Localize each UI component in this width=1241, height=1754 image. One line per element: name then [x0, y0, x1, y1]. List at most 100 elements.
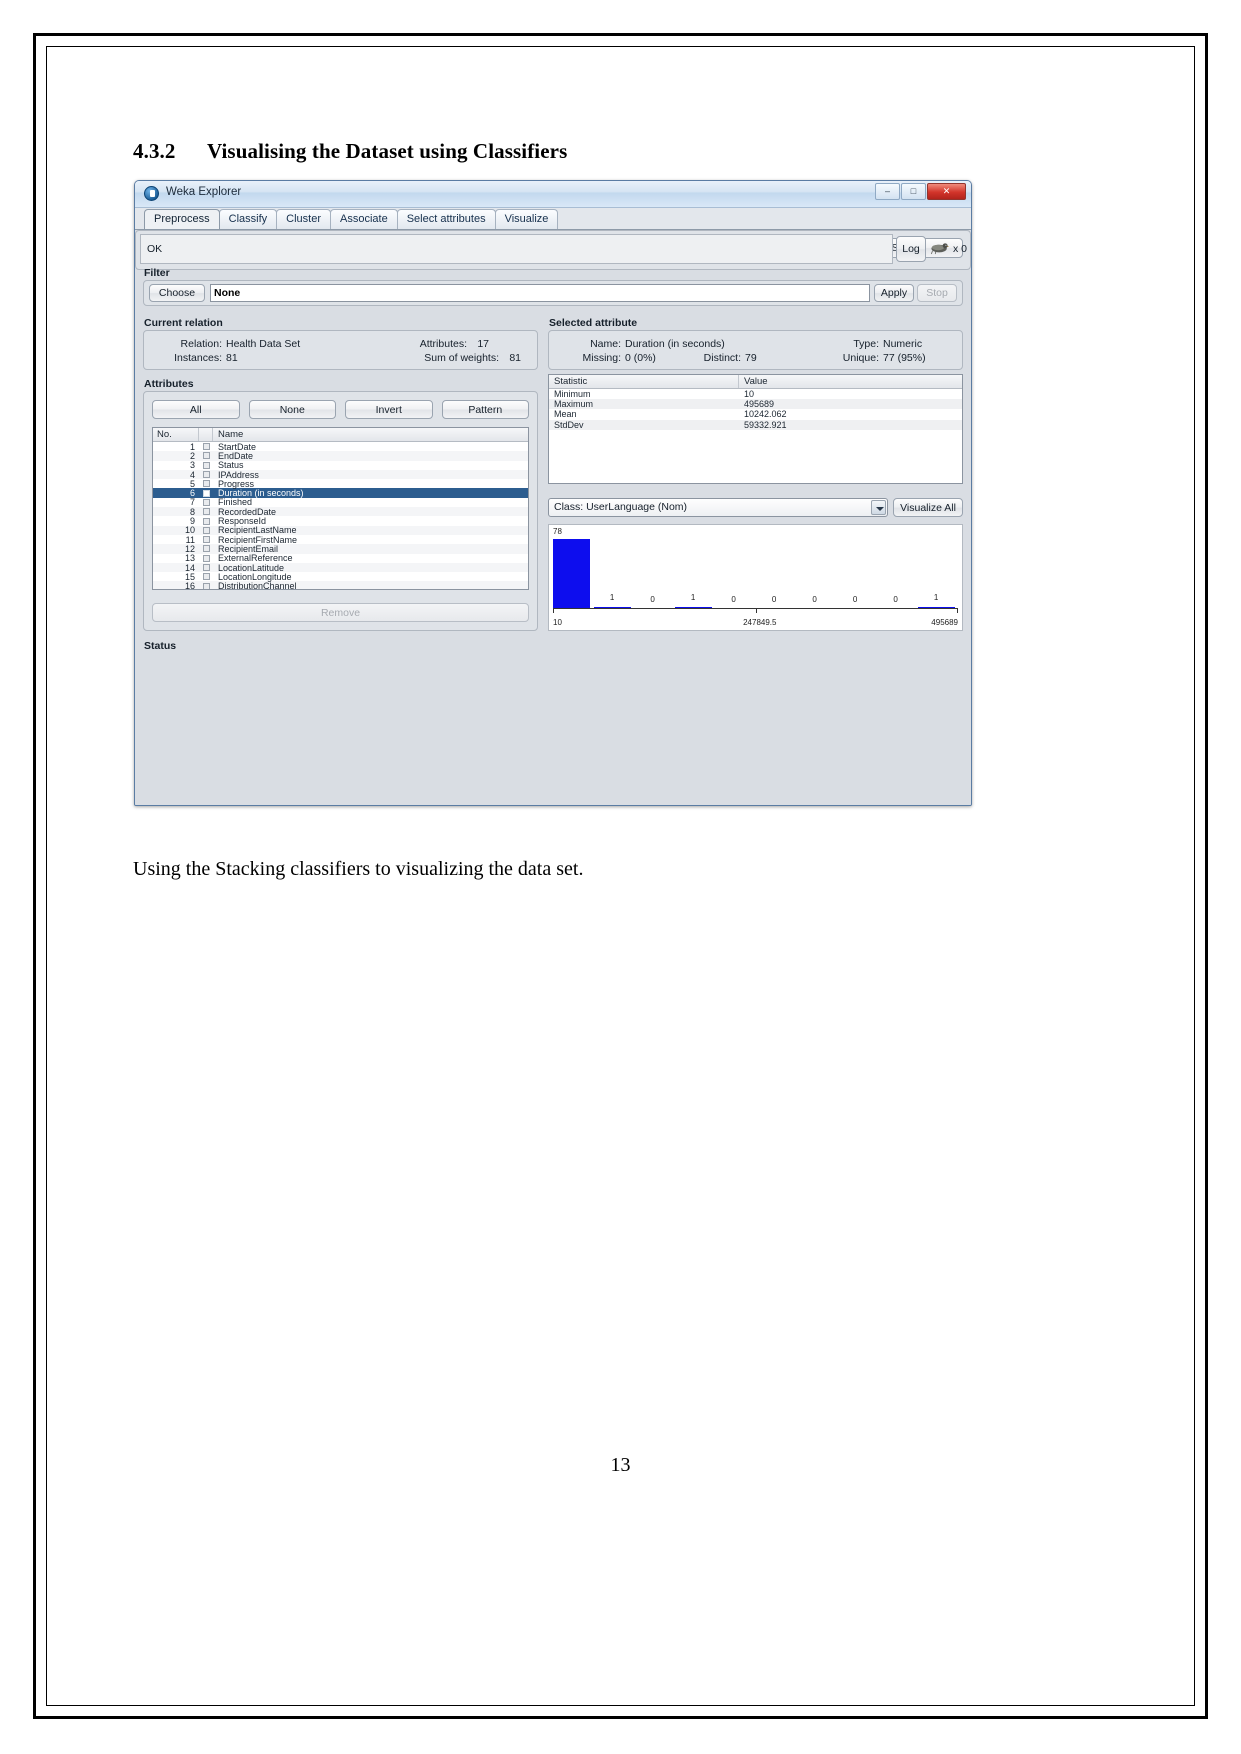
attribute-row[interactable]: 7 Finished	[153, 497, 528, 507]
apply-filter-button[interactable]: Apply	[874, 284, 914, 302]
weka-bird-icon	[931, 243, 949, 255]
attribute-row-checkbox[interactable]	[199, 526, 213, 534]
attribute-selection-buttons: All None Invert Pattern	[152, 400, 529, 419]
attribute-row[interactable]: 3 Status	[153, 460, 528, 470]
pattern-button[interactable]: Pattern	[441, 400, 529, 419]
statistics-row: Minimum 10	[549, 389, 962, 400]
attribute-row[interactable]: 6 Duration (in seconds)	[153, 488, 528, 498]
attribute-row-checkbox[interactable]	[199, 545, 213, 553]
attribute-row-checkbox[interactable]	[199, 452, 213, 460]
axis-tick-min	[553, 609, 554, 613]
attribute-row[interactable]: 4 IPAddress	[153, 470, 528, 480]
attribute-row-checkbox[interactable]	[199, 554, 213, 562]
histogram-bar-label: 0	[893, 595, 898, 604]
figure-caption: Using the Stacking classifiers to visual…	[133, 858, 584, 880]
choose-filter-button[interactable]: Choose	[149, 284, 205, 302]
selected-attribute-group-label: Selected attribute	[549, 317, 638, 329]
axis-label-max: 495689	[931, 618, 958, 627]
column-header-no: No.	[153, 428, 199, 441]
attribute-row[interactable]: 12 RecipientEmail	[153, 544, 528, 554]
attribute-row[interactable]: 16 DistributionChannel	[153, 581, 528, 589]
attribute-row[interactable]: 11 RecipientFirstName	[153, 535, 528, 545]
page-border-inner: 4.3.2 Visualising the Dataset using Class…	[46, 46, 1195, 1706]
histogram-plot: 78 78101000001	[549, 525, 962, 608]
tab-associate[interactable]: Associate	[330, 209, 398, 229]
tab-visualize[interactable]: Visualize	[494, 209, 559, 229]
chevron-down-icon[interactable]	[871, 500, 886, 515]
page-title: 4.3.2 Visualising the Dataset using Class…	[133, 139, 567, 164]
select-all-button[interactable]: All	[152, 400, 240, 419]
sum-of-weights-value: 81	[509, 352, 521, 364]
close-button[interactable]: ✕	[927, 183, 966, 200]
attribute-row[interactable]: 14 LocationLatitude	[153, 563, 528, 573]
filter-group-label: Filter	[144, 267, 170, 279]
attribute-row-checkbox[interactable]	[199, 443, 213, 451]
attribute-row[interactable]: 15 LocationLongitude	[153, 572, 528, 582]
maximize-button[interactable]: □	[901, 183, 926, 200]
statistic-value: 10	[744, 389, 755, 400]
visualize-all-button[interactable]: Visualize All	[893, 498, 963, 517]
histogram-bar-label: 0	[650, 595, 655, 604]
attribute-row-checkbox[interactable]	[199, 536, 213, 544]
attribute-row[interactable]: 10 RecipientLastName	[153, 525, 528, 535]
weka-explorer-window: Weka Explorer – □ ✕ Preprocess Classify …	[134, 180, 972, 806]
attributes-count-value: 17	[477, 338, 489, 350]
stop-filter-button: Stop	[917, 284, 957, 302]
axis-label-min: 10	[553, 618, 562, 627]
attribute-row-checkbox[interactable]	[199, 573, 213, 581]
class-select[interactable]: Class: UserLanguage (Nom)	[548, 498, 888, 517]
attribute-missing-label: Missing:	[582, 352, 621, 364]
attribute-row[interactable]: 9 ResponseId	[153, 516, 528, 526]
attribute-row-checkbox[interactable]	[199, 508, 213, 516]
attribute-row-checkbox[interactable]	[199, 498, 213, 506]
sum-of-weights-label: Sum of weights:	[424, 352, 499, 364]
selected-attribute-panel: Name: Duration (in seconds) Type: Numeri…	[548, 330, 963, 370]
attributes-group-label: Attributes	[144, 378, 194, 390]
tab-preprocess[interactable]: Preprocess	[144, 209, 220, 229]
tab-select-attributes[interactable]: Select attributes	[396, 209, 496, 229]
tab-classify[interactable]: Classify	[218, 209, 278, 229]
log-button[interactable]: Log	[896, 236, 926, 262]
attribute-distinct-label: Distinct:	[703, 352, 741, 364]
window-controls: – □ ✕	[875, 183, 966, 200]
minimize-button[interactable]: –	[875, 183, 900, 200]
attribute-name-value: Duration (in seconds)	[625, 338, 725, 350]
bird-count-label: x 0	[952, 243, 967, 255]
attribute-row-checkbox[interactable]	[199, 480, 213, 488]
statistics-row: StdDev 59332.921	[549, 419, 962, 430]
attribute-row[interactable]: 8 RecordedDate	[153, 507, 528, 517]
attribute-row-checkbox[interactable]	[199, 471, 213, 479]
attributes-table[interactable]: No. Name 1 StartDate 2 EndDate 3 Status 4 IPAdd…	[152, 427, 529, 590]
section-title: Visualising the Dataset using Classifier…	[207, 139, 568, 163]
statistic-value: 495689	[744, 399, 775, 410]
axis-tick-mid	[755, 609, 757, 613]
attribute-row-checkbox[interactable]	[199, 489, 213, 497]
histogram-bar-label: 1	[690, 593, 696, 602]
attribute-row[interactable]: 5 Progress	[153, 479, 528, 489]
invert-selection-button[interactable]: Invert	[345, 400, 433, 419]
column-header-statistic: Statistic	[549, 375, 739, 388]
attribute-row-checkbox[interactable]	[199, 582, 213, 589]
attribute-row-checkbox[interactable]	[199, 461, 213, 469]
relation-label: Relation:	[180, 338, 222, 350]
instances-value: 81	[226, 352, 238, 364]
histogram-bar-label: 0	[852, 595, 858, 604]
tab-bar: Preprocess Classify Cluster Associate Se…	[135, 208, 971, 230]
column-header-name: Name	[218, 429, 244, 440]
attributes-panel: All None Invert Pattern No. Name 1Start	[143, 391, 538, 631]
histogram-bars: 78101000001	[553, 539, 958, 608]
histogram-bar-label: 0	[771, 595, 777, 604]
preprocess-panel: Open file... Open URL... Open DB... Gene…	[135, 230, 971, 805]
window-title: Weka Explorer	[166, 186, 242, 198]
filter-value-field[interactable]: None	[210, 284, 870, 302]
tab-cluster[interactable]: Cluster	[276, 209, 331, 229]
attribute-row[interactable]: 1 StartDate	[153, 442, 528, 452]
attribute-row-checkbox[interactable]	[199, 517, 213, 525]
attribute-row[interactable]: 2 EndDate	[153, 451, 528, 461]
select-none-button[interactable]: None	[248, 400, 336, 419]
page-border-outer: 4.3.2 Visualising the Dataset using Class…	[33, 33, 1208, 1719]
attribute-row-checkbox[interactable]	[199, 564, 213, 571]
attributes-count-label: Attributes:	[419, 338, 467, 350]
attribute-histogram[interactable]: 78 78101000001 10 247849.5 495689	[548, 524, 963, 631]
attribute-row[interactable]: 13 ExternalReference	[153, 553, 528, 563]
